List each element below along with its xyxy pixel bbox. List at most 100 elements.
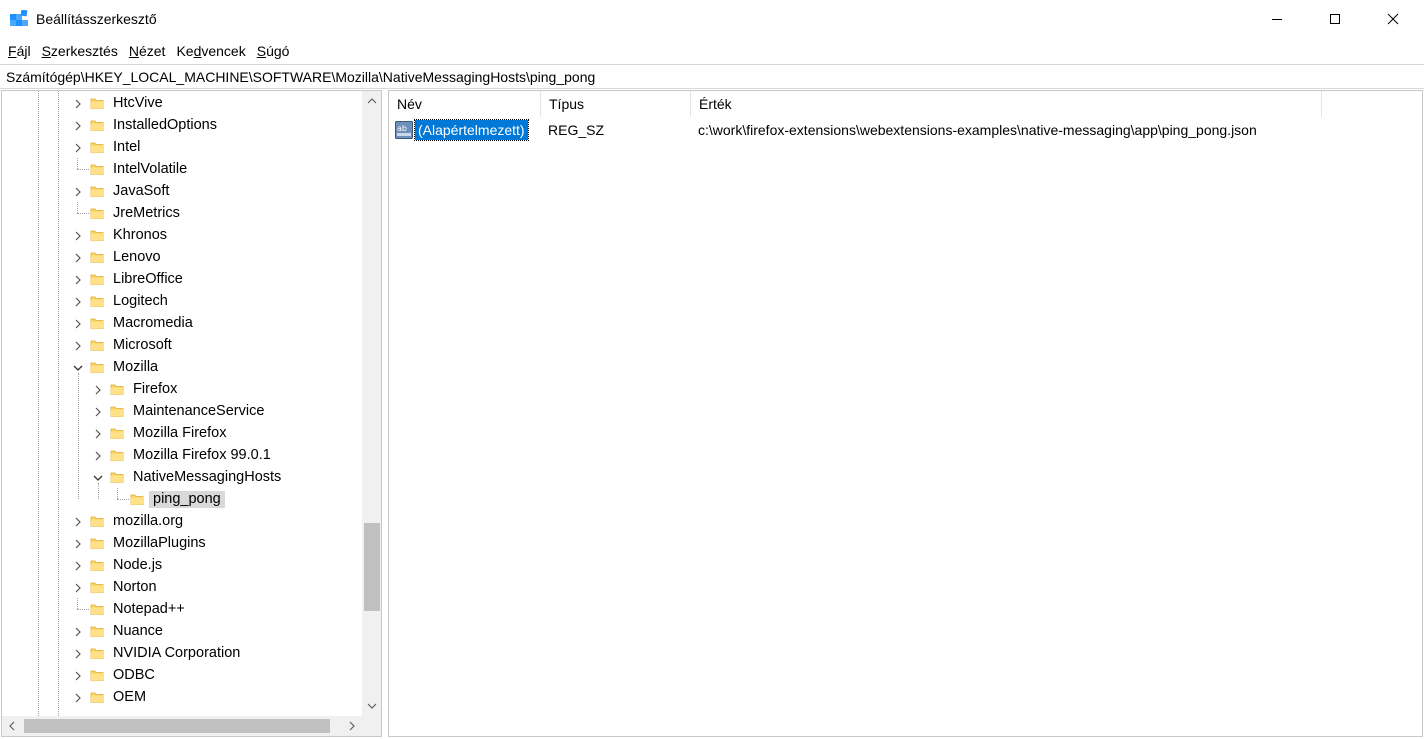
folder-icon bbox=[90, 162, 104, 176]
folder-icon bbox=[110, 404, 124, 418]
value-name[interactable]: (Alapértelmezett) bbox=[414, 119, 529, 141]
tree-guide-line bbox=[77, 158, 78, 169]
chevron-right-icon[interactable] bbox=[72, 691, 84, 703]
chevron-right-icon[interactable] bbox=[72, 339, 84, 351]
tree-item[interactable]: Firefox bbox=[2, 378, 362, 400]
chevron-right-icon[interactable] bbox=[72, 625, 84, 637]
tree-item-label: Norton bbox=[113, 579, 157, 595]
tree-item[interactable]: Mozilla Firefox bbox=[2, 422, 362, 444]
list-item[interactable]: ab (Alapértelmezett) REG_SZ c:\work\fire… bbox=[389, 119, 1422, 141]
chevron-right-icon[interactable] bbox=[92, 405, 104, 417]
chevron-right-icon[interactable] bbox=[72, 317, 84, 329]
chevron-right-icon[interactable] bbox=[72, 295, 84, 307]
folder-icon bbox=[90, 514, 104, 528]
tree-item[interactable]: JreMetrics bbox=[2, 202, 362, 224]
tree-item[interactable]: OEM bbox=[2, 686, 362, 708]
menu-item-4[interactable]: Súgó bbox=[253, 43, 294, 59]
chevron-right-icon[interactable] bbox=[72, 97, 84, 109]
chevron-right-icon[interactable] bbox=[92, 449, 104, 461]
tree-item[interactable]: Nuance bbox=[2, 620, 362, 642]
folder-icon bbox=[90, 140, 104, 154]
tree-item[interactable]: ping_pong bbox=[2, 488, 362, 510]
tree-item[interactable]: NativeMessagingHosts bbox=[2, 466, 362, 488]
folder-icon bbox=[90, 206, 104, 220]
tree-item-label: IntelVolatile bbox=[113, 161, 188, 177]
tree-item[interactable]: LibreOffice bbox=[2, 268, 362, 290]
tree-item[interactable]: Intel bbox=[2, 136, 362, 158]
chevron-down-icon[interactable] bbox=[72, 361, 84, 373]
chevron-right-icon[interactable] bbox=[72, 669, 84, 681]
chevron-right-icon[interactable] bbox=[72, 559, 84, 571]
column-header-type[interactable]: Típus bbox=[541, 91, 691, 117]
tree-item[interactable]: ODBC bbox=[2, 664, 362, 686]
minimize-button[interactable] bbox=[1248, 0, 1306, 38]
tree-item[interactable]: Mozilla Firefox 99.0.1 bbox=[2, 444, 362, 466]
chevron-right-icon bbox=[349, 721, 355, 731]
chevron-right-icon[interactable] bbox=[72, 537, 84, 549]
tree-item-label: Node.js bbox=[113, 557, 163, 573]
chevron-right-icon[interactable] bbox=[72, 515, 84, 527]
tree-item[interactable]: Logitech bbox=[2, 290, 362, 312]
folder-icon bbox=[90, 668, 104, 682]
scroll-up-button[interactable] bbox=[362, 91, 381, 111]
tree-item[interactable]: HtcVive bbox=[2, 92, 362, 114]
column-header-name[interactable]: Név bbox=[389, 91, 541, 117]
tree-vertical-scrollbar[interactable] bbox=[362, 91, 381, 716]
tree-item[interactable]: mozilla.org bbox=[2, 510, 362, 532]
menu-item-2[interactable]: Nézet bbox=[125, 43, 170, 59]
folder-icon bbox=[110, 426, 124, 440]
scroll-down-button[interactable] bbox=[362, 696, 381, 716]
tree-item[interactable]: InstalledOptions bbox=[2, 114, 362, 136]
menu-item-0[interactable]: Fájl bbox=[4, 43, 35, 59]
chevron-right-icon[interactable] bbox=[72, 647, 84, 659]
column-header-value[interactable]: Érték bbox=[691, 91, 1322, 117]
tree-item-label: Khronos bbox=[113, 227, 168, 243]
tree-item-label: Intel bbox=[113, 139, 141, 155]
chevron-down-icon[interactable] bbox=[92, 471, 104, 483]
tree-item[interactable]: Microsoft bbox=[2, 334, 362, 356]
maximize-button[interactable] bbox=[1306, 0, 1364, 38]
tree-vertical-scroll-thumb[interactable] bbox=[364, 523, 380, 611]
key-tree-pane: HtcVive InstalledOptions Intel IntelVolatil… bbox=[1, 90, 382, 737]
tree-item[interactable]: IntelVolatile bbox=[2, 158, 362, 180]
folder-icon bbox=[90, 580, 104, 594]
tree-guide-line bbox=[117, 488, 118, 499]
close-button[interactable] bbox=[1364, 0, 1422, 38]
tree-item[interactable]: Mozilla bbox=[2, 356, 362, 378]
chevron-right-icon[interactable] bbox=[92, 427, 104, 439]
tree-horizontal-scrollbar[interactable] bbox=[2, 716, 362, 736]
tree-item-label: ping_pong bbox=[149, 491, 225, 508]
tree-item[interactable]: Lenovo bbox=[2, 246, 362, 268]
chevron-right-icon[interactable] bbox=[72, 273, 84, 285]
tree-item-label: HtcVive bbox=[113, 95, 163, 111]
chevron-right-icon[interactable] bbox=[72, 119, 84, 131]
chevron-right-icon[interactable] bbox=[72, 251, 84, 263]
chevron-right-icon[interactable] bbox=[92, 383, 104, 395]
tree-item[interactable]: MaintenanceService bbox=[2, 400, 362, 422]
tree-item[interactable]: NVIDIA Corporation bbox=[2, 642, 362, 664]
tree-item[interactable]: Norton bbox=[2, 576, 362, 598]
svg-text:ab: ab bbox=[397, 124, 407, 133]
scroll-right-button[interactable] bbox=[342, 716, 362, 736]
value-type: REG_SZ bbox=[548, 122, 605, 138]
tree-item-label: Mozilla bbox=[113, 359, 159, 375]
tree-item[interactable]: Notepad++ bbox=[2, 598, 362, 620]
tree-item[interactable]: Macromedia bbox=[2, 312, 362, 334]
chevron-right-icon[interactable] bbox=[72, 581, 84, 593]
chevron-right-icon[interactable] bbox=[72, 229, 84, 241]
tree-horizontal-scroll-thumb[interactable] bbox=[24, 719, 330, 733]
tree-item[interactable]: Node.js bbox=[2, 554, 362, 576]
menu-item-1[interactable]: Szerkesztés bbox=[38, 43, 122, 59]
menu-item-3[interactable]: Kedvencek bbox=[172, 43, 249, 59]
folder-icon bbox=[90, 602, 104, 616]
tree-item-label: MaintenanceService bbox=[133, 403, 265, 419]
tree-item[interactable]: Khronos bbox=[2, 224, 362, 246]
chevron-right-icon[interactable] bbox=[72, 185, 84, 197]
tree-item[interactable]: JavaSoft bbox=[2, 180, 362, 202]
address-input[interactable] bbox=[0, 65, 1424, 88]
tree-item[interactable]: MozillaPlugins bbox=[2, 532, 362, 554]
tree-item-label: JreMetrics bbox=[113, 205, 180, 221]
scroll-left-button[interactable] bbox=[2, 716, 22, 736]
chevron-right-icon[interactable] bbox=[72, 141, 84, 153]
tree-guide-line bbox=[78, 373, 79, 499]
